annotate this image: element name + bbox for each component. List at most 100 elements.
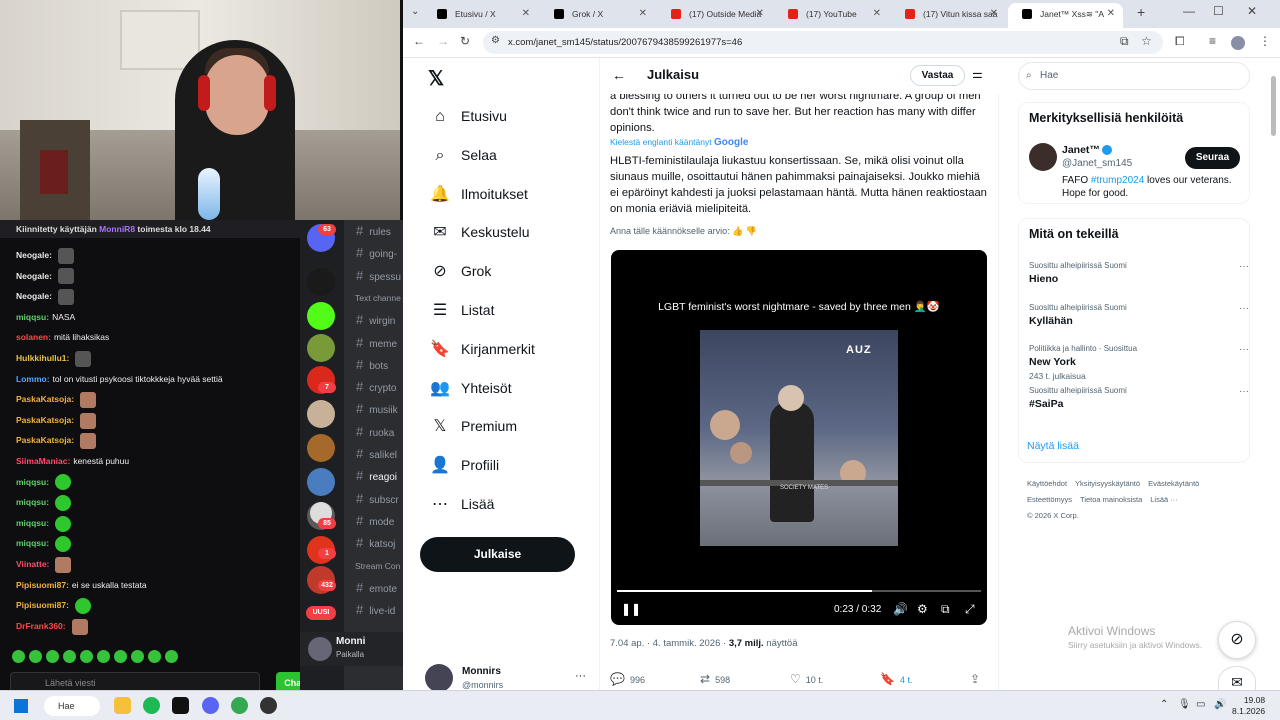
browser-tab[interactable]: (17) YouTube ✕ [774,3,889,28]
extensions-icon[interactable]: ⧠ [1175,34,1185,49]
footer-link[interactable]: Evästekäytäntö [1148,479,1199,488]
fullscreen-icon[interactable]: ⤢ [965,602,975,617]
network-icon[interactable]: ▭ [1196,699,1205,710]
close-tab-icon[interactable]: ✕ [756,3,764,25]
emote-bar[interactable] [12,650,182,666]
nav-item-2[interactable]: 🔔 Ilmoitukset [429,179,528,209]
browser-tab[interactable]: Etusivu / X ✕ [423,3,538,28]
chat-username[interactable]: Neogale: [16,271,52,281]
chat-username[interactable]: solanen: [16,332,51,342]
more-icon[interactable]: ··· [1239,303,1249,314]
discord-channel[interactable]: # meme [356,335,397,350]
thumbs-up-icon[interactable]: 👍 [732,226,743,236]
footer-link[interactable]: Lisää ··· [1150,495,1178,504]
discord-icon[interactable] [202,697,219,714]
emote-icon[interactable] [29,650,42,663]
discord-channel[interactable]: # emote [356,580,397,595]
discord-server-icon[interactable] [307,468,335,496]
bookmark-star-icon[interactable]: ☆ [1141,34,1152,48]
post-button[interactable]: Julkaise [420,537,575,572]
discord-channel[interactable]: # bots [356,357,388,372]
x-app-icon[interactable] [172,697,189,714]
chat-username[interactable]: Neogale: [16,291,52,301]
volume-icon[interactable]: 🔊 [893,602,908,616]
discord-channel[interactable]: # katsoj [356,536,395,551]
more-icon[interactable]: ··· [575,670,586,682]
nav-item-4[interactable]: ⊘ Grok [429,256,491,286]
file-explorer-icon[interactable] [114,697,131,714]
discord-server-icon[interactable] [307,434,335,462]
trend-item[interactable]: Politiikka ja hallinto · Suosittua New Yo… [1029,344,1249,381]
nav-item-6[interactable]: 🔖 Kirjanmerkit [429,334,535,364]
address-bar[interactable]: x.com/janet_sm145/status/200767943859926… [483,31,1163,54]
discord-channel[interactable]: # spessu [356,268,401,283]
avatar[interactable] [1029,143,1057,171]
discord-channel[interactable]: # ruoka [356,424,394,439]
bio-hashtag[interactable]: #trump2024 [1091,175,1144,186]
more-icon[interactable]: ··· [1239,386,1249,397]
translated-by[interactable]: Kielestä englanti kääntänyt Google [610,137,748,148]
discord-user-panel[interactable]: Monni Paikalla [300,632,403,666]
discord-channel[interactable]: # salikel [356,447,397,462]
emote-icon[interactable] [97,650,110,663]
browser-tab[interactable]: (17) Outside Media ✕ [657,3,772,28]
obs-icon[interactable] [260,697,277,714]
bookmark-action[interactable]: 🔖 4 t. [880,672,912,686]
chat-username[interactable]: miqqsu: [16,477,49,487]
show-more-link[interactable]: Näytä lisää [1027,440,1079,452]
chat-username[interactable]: Viinatte: [16,559,49,569]
picture-in-picture-icon[interactable]: ⧉ [941,602,950,617]
close-tab-icon[interactable]: ✕ [873,3,881,25]
account-switcher[interactable]: Monnirs @monnirs ··· [425,664,595,690]
video-progress[interactable] [617,590,981,592]
chat-username[interactable]: SiimaManiac: [16,456,70,466]
nav-item-0[interactable]: ⌂ Etusivu [429,101,507,131]
footer-link[interactable]: Käyttöehdot [1027,479,1067,488]
maximize-icon[interactable]: ☐ [1213,4,1224,18]
pause-icon[interactable]: ❚❚ [621,602,641,616]
profile-icon[interactable] [1231,36,1245,50]
mic-icon[interactable]: 🎙 [1178,699,1191,710]
like-action[interactable]: ♡ 10 t. [790,672,823,686]
chat-username[interactable]: PaskaKatsoja: [16,394,74,404]
discord-channel[interactable]: # wirgin [356,313,395,328]
reload-icon[interactable]: ↻ [460,34,470,48]
footer-link[interactable]: Yksityisyyskäytäntö [1075,479,1140,488]
chevron-up-icon[interactable]: ⌃ [1160,699,1168,710]
reader-settings-icon[interactable]: ⚌ [972,67,983,81]
chat-username[interactable]: Pipisuomi87: [16,600,69,610]
discord-server-icon[interactable] [307,400,335,428]
reply-button[interactable]: Vastaa [910,65,965,86]
trend-item[interactable]: Suosittu alheipiirissä Suomi Kyllähän ··· [1029,303,1249,327]
emote-icon[interactable] [165,650,178,663]
spotify-icon[interactable] [143,697,160,714]
video-player[interactable]: LGBT feminist's worst nightmare - saved … [611,250,987,625]
channel-category[interactable]: Text channe [355,291,401,305]
emote-icon[interactable] [12,650,25,663]
chat-username[interactable]: Hulkkihullu1: [16,353,69,363]
chat-username[interactable]: miqqsu: [16,538,49,548]
forward-icon[interactable]: → [437,34,449,48]
emote-icon[interactable] [148,650,161,663]
close-tab-icon[interactable]: ✕ [990,3,998,25]
chat-username[interactable]: Lommo: [16,374,50,384]
grok-icon[interactable]: ⊘ [1218,621,1256,659]
discord-channel[interactable]: # live-id [356,603,395,618]
emote-icon[interactable] [63,650,76,663]
nav-item-1[interactable]: ⌕ Selaa [429,140,497,170]
browser-tab[interactable]: Janet™ Xss≋ "A ✕ [1008,3,1123,28]
chat-username[interactable]: miqqsu: [16,497,49,507]
menu-icon[interactable]: ⋮ [1259,34,1271,48]
footer-link[interactable]: Tietoa mainoksista [1080,495,1142,504]
close-tab-icon[interactable]: ✕ [639,3,647,25]
install-app-icon[interactable]: ⧉ [1120,34,1129,49]
browser-tab[interactable]: Grok / X ✕ [540,3,655,28]
channel-category[interactable]: Stream Con [355,559,400,573]
discord-server-icon[interactable] [307,334,335,362]
emote-icon[interactable] [114,650,127,663]
minimize-icon[interactable]: — [1183,4,1195,18]
person-name[interactable]: Janet™ [1062,144,1112,156]
reply-action[interactable]: 💬 996 [610,672,645,686]
person-handle[interactable]: @Janet_sm145 [1062,158,1132,169]
chrome-icon[interactable] [231,697,248,714]
